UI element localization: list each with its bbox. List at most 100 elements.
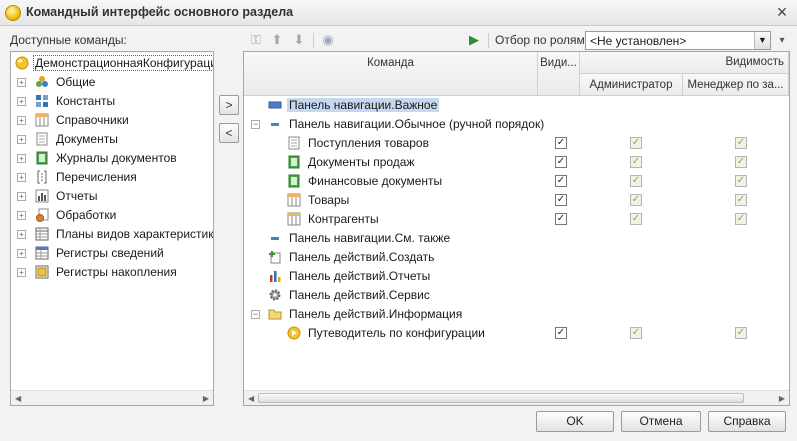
admin-checkbox[interactable]: ✓ [630, 213, 642, 225]
column-header-admin[interactable]: Администратор [580, 74, 683, 96]
table-row[interactable]: Панель навигации.Важное [244, 96, 789, 115]
role-filter-value: <Не установлен> [590, 34, 687, 48]
gear-icon [269, 289, 281, 301]
toolbar-separator [488, 33, 489, 48]
visibility-checkbox[interactable]: ✓ [555, 137, 567, 149]
cancel-button[interactable]: Отмена [621, 411, 701, 432]
tree-item-label: Журналы документов [56, 151, 177, 165]
manager-checkbox[interactable]: ✓ [735, 156, 747, 168]
row-label: Панель действий.Отчеты [289, 269, 431, 283]
expand-icon[interactable]: + [17, 154, 26, 163]
expand-icon[interactable]: + [17, 135, 26, 144]
add-command-button[interactable]: > [219, 95, 239, 115]
visibility-checkbox[interactable]: ✓ [555, 175, 567, 187]
tree-item-label: Обработки [56, 208, 117, 222]
admin-checkbox[interactable]: ✓ [630, 156, 642, 168]
table-row[interactable]: Поступления товаров ✓ ✓ ✓ [244, 134, 789, 153]
column-header-manager[interactable]: Менеджер по за... [683, 74, 789, 96]
admin-checkbox[interactable]: ✓ [630, 194, 642, 206]
processing-icon [36, 208, 49, 222]
tree-item-journals[interactable]: + Журналы документов [11, 149, 213, 168]
key-icon[interactable]: ⚿ [247, 31, 265, 49]
tree-item-label: Перечисления [56, 170, 137, 184]
table-row[interactable]: − Панель действий.Информация [244, 305, 789, 324]
chevron-down-icon[interactable]: ▼ [754, 32, 770, 49]
toolbar-separator [313, 33, 314, 48]
visibility-checkbox[interactable]: ✓ [555, 156, 567, 168]
collapse-icon[interactable]: − [251, 120, 260, 129]
admin-checkbox[interactable]: ✓ [630, 137, 642, 149]
visibility-checkbox[interactable]: ✓ [555, 327, 567, 339]
visibility-checkbox[interactable]: ✓ [555, 194, 567, 206]
apply-filter-icon[interactable]: ▶ [465, 31, 483, 49]
expand-icon[interactable]: + [17, 268, 26, 277]
admin-checkbox[interactable]: ✓ [630, 327, 642, 339]
tree-item-documents[interactable]: + Документы [11, 130, 213, 149]
tree-item-common[interactable]: + Общие [11, 73, 213, 92]
table-horizontal-scrollbar[interactable]: ◀ ▶ [244, 390, 789, 405]
table-row[interactable]: Панель действий.Создать [244, 248, 789, 267]
more-options-icon[interactable]: ▾ [775, 31, 789, 50]
tree-item-constants[interactable]: + Константы [11, 92, 213, 111]
table-row[interactable]: Контрагенты ✓ ✓ ✓ [244, 210, 789, 229]
help-button[interactable]: Справка [708, 411, 786, 432]
table-row[interactable]: Товары ✓ ✓ ✓ [244, 191, 789, 210]
available-commands-label: Доступные команды: [10, 33, 127, 47]
column-header-visibility: Видимость [580, 52, 789, 74]
expand-icon[interactable]: + [17, 211, 26, 220]
visibility-checkbox[interactable]: ✓ [555, 213, 567, 225]
expand-icon[interactable]: + [17, 249, 26, 258]
scroll-left-icon[interactable]: ◀ [248, 394, 254, 403]
left-horizontal-scrollbar[interactable]: ◀ ▶ [11, 390, 213, 405]
move-down-icon[interactable]: ⬇ [290, 31, 308, 49]
reports-icon [270, 271, 281, 282]
expand-icon[interactable]: + [17, 116, 26, 125]
tree-item-accum-registers[interactable]: + Регистры накопления [11, 263, 213, 282]
scroll-right-icon[interactable]: ▶ [203, 394, 209, 403]
tree-item-processing[interactable]: + Обработки [11, 206, 213, 225]
tree-root[interactable]: ДемонстрационнаяКонфигурация [11, 54, 213, 73]
manager-checkbox[interactable]: ✓ [735, 327, 747, 339]
remove-command-button[interactable]: < [219, 123, 239, 143]
expand-icon[interactable]: + [17, 78, 26, 87]
admin-checkbox[interactable]: ✓ [630, 175, 642, 187]
tree-item-catalogs[interactable]: + Справочники [11, 111, 213, 130]
command-table[interactable]: Команда Види... Видимость Администратор … [243, 51, 790, 406]
collapse-icon[interactable]: − [251, 310, 260, 319]
table-row[interactable]: Панель действий.Сервис [244, 286, 789, 305]
available-commands-tree[interactable]: ДемонстрационнаяКонфигурация + Общие + К… [10, 51, 214, 406]
manager-checkbox[interactable]: ✓ [735, 194, 747, 206]
accum-registers-icon [35, 265, 49, 279]
scroll-left-icon[interactable]: ◀ [15, 394, 21, 403]
catalogs-icon [35, 113, 49, 127]
ok-button[interactable]: OK [536, 411, 614, 432]
expand-icon[interactable]: + [17, 173, 26, 182]
tree-item-chart-types[interactable]: + Планы видов характеристик [11, 225, 213, 244]
expand-icon[interactable]: + [17, 192, 26, 201]
table-row[interactable]: − Панель навигации.Обычное (ручной поряд… [244, 115, 789, 134]
table-row[interactable]: Панель действий.Отчеты [244, 267, 789, 286]
table-row[interactable]: Финансовые документы ✓ ✓ ✓ [244, 172, 789, 191]
table-row[interactable]: Документы продаж ✓ ✓ ✓ [244, 153, 789, 172]
tree-item-reports[interactable]: + Отчеты [11, 187, 213, 206]
scrollbar-thumb[interactable] [258, 393, 744, 403]
close-button[interactable]: × [773, 3, 791, 21]
manager-checkbox[interactable]: ✓ [735, 137, 747, 149]
role-filter-label: Отбор по ролям: [495, 33, 589, 47]
expand-icon[interactable]: + [17, 97, 26, 106]
table-row[interactable]: Панель навигации.См. также [244, 229, 789, 248]
column-header-visibility-short[interactable]: Види... [538, 52, 580, 96]
column-header-command[interactable]: Команда [244, 52, 538, 96]
manager-checkbox[interactable]: ✓ [735, 213, 747, 225]
documents-icon [36, 132, 48, 146]
expand-icon[interactable]: + [17, 230, 26, 239]
row-label: Финансовые документы [308, 174, 443, 188]
manager-checkbox[interactable]: ✓ [735, 175, 747, 187]
table-row[interactable]: Путеводитель по конфигурации ✓ ✓ ✓ [244, 324, 789, 343]
scroll-right-icon[interactable]: ▶ [779, 394, 785, 403]
tree-item-enums[interactable]: + Перечисления [11, 168, 213, 187]
reset-icon[interactable]: ◉ [319, 31, 337, 49]
tree-item-info-registers[interactable]: + Регистры сведений [11, 244, 213, 263]
role-filter-select[interactable]: <Не установлен> ▼ [585, 31, 771, 50]
move-up-icon[interactable]: ⬆ [268, 31, 286, 49]
